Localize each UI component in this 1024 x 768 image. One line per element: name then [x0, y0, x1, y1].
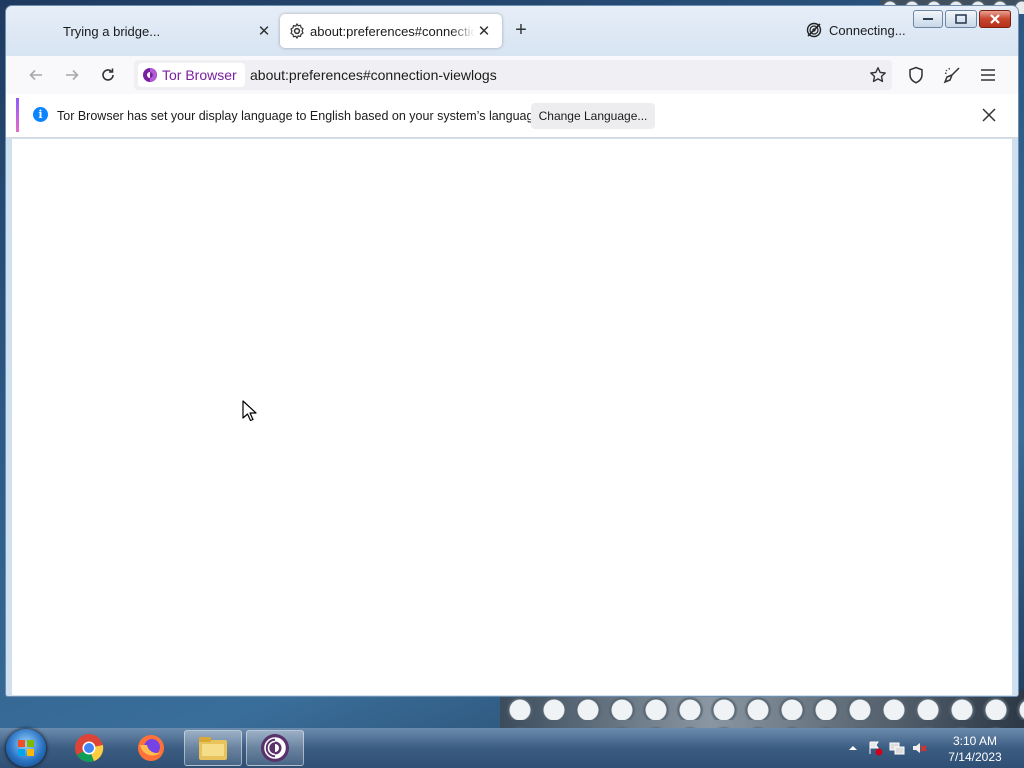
hamburger-menu-icon: [981, 69, 995, 81]
back-button[interactable]: [24, 63, 48, 87]
minimize-button[interactable]: [913, 10, 943, 28]
clock-date: 7/14/2023: [948, 750, 1002, 764]
volume-muted-icon[interactable]: [911, 740, 927, 756]
forward-button[interactable]: [60, 63, 84, 87]
shield-icon: [909, 66, 923, 84]
browser-window: Trying a bridge... ✕ about:preferences#c…: [5, 5, 1019, 697]
onion-connecting-icon: [806, 22, 822, 38]
bookmark-button[interactable]: [866, 63, 890, 87]
security-level-button[interactable]: [904, 63, 928, 87]
taskbar-tor-browser[interactable]: [246, 730, 304, 766]
tor-connection-status[interactable]: Connecting...: [806, 22, 906, 38]
site-identity-button[interactable]: Tor Browser: [138, 63, 245, 87]
gear-icon: [290, 23, 304, 39]
back-arrow-icon: [29, 69, 42, 81]
tab-strip: Trying a bridge... ✕ about:preferences#c…: [6, 6, 1018, 56]
tab-title: Trying a bridge...: [63, 24, 161, 39]
restore-icon: [955, 14, 967, 24]
window-close-button[interactable]: [979, 10, 1011, 28]
new-identity-button[interactable]: [940, 63, 964, 87]
show-hidden-icons-icon[interactable]: [845, 740, 861, 756]
tab-title: about:preferences#connection-viewlogs: [310, 24, 475, 39]
mouse-pointer-icon: [242, 400, 257, 422]
navigation-toolbar: Tor Browser about:preferences#connection…: [6, 56, 1018, 94]
app-menu-button[interactable]: [976, 63, 1000, 87]
notification-message: Tor Browser has set your display languag…: [57, 109, 544, 123]
language-notification-bar: i Tor Browser has set your display langu…: [6, 94, 1018, 138]
page-content: [12, 139, 1012, 695]
notification-accent: [16, 98, 19, 132]
new-tab-button[interactable]: +: [511, 20, 531, 41]
tor-logo-icon: [143, 68, 157, 82]
change-language-button[interactable]: Change Language...: [531, 103, 655, 129]
info-icon: i: [33, 107, 48, 122]
url-bar[interactable]: Tor Browser about:preferences#connection…: [134, 60, 892, 90]
network-icon[interactable]: [889, 740, 905, 756]
maximize-button[interactable]: [945, 10, 977, 28]
close-icon: [990, 14, 1000, 24]
taskbar-file-explorer[interactable]: [184, 730, 242, 766]
star-icon: [870, 67, 886, 83]
system-tray: [845, 740, 927, 756]
close-icon: [982, 108, 996, 122]
start-button[interactable]: [6, 729, 46, 767]
windows-logo-icon: [18, 740, 34, 756]
firefox-icon: [138, 735, 164, 761]
reload-button[interactable]: [96, 63, 120, 87]
broom-icon: [943, 67, 960, 84]
file-explorer-icon: [199, 737, 227, 760]
clock[interactable]: 3:10 AM 7/14/2023: [935, 733, 1015, 765]
minimize-icon: [923, 18, 933, 20]
tor-browser-icon: [261, 734, 289, 762]
taskbar-firefox[interactable]: [122, 730, 180, 766]
identity-label: Tor Browser: [162, 67, 237, 83]
action-center-icon[interactable]: [867, 740, 883, 756]
clock-time: 3:10 AM: [952, 734, 998, 748]
forward-arrow-icon: [66, 69, 79, 81]
tab-preferences[interactable]: about:preferences#connection-viewlogs ✕: [280, 14, 502, 48]
url-text: about:preferences#connection-viewlogs: [250, 67, 497, 83]
connection-status-text: Connecting...: [829, 22, 906, 38]
notification-close-button[interactable]: [978, 104, 1000, 126]
chrome-icon: [75, 734, 104, 762]
close-icon[interactable]: ✕: [475, 22, 493, 40]
taskbar: 3:10 AM 7/14/2023: [0, 728, 1024, 768]
close-icon[interactable]: ✕: [255, 22, 273, 40]
tab-trying-bridge[interactable]: Trying a bridge... ✕: [16, 14, 274, 48]
reload-icon: [102, 68, 114, 81]
taskbar-chrome[interactable]: [60, 730, 118, 766]
